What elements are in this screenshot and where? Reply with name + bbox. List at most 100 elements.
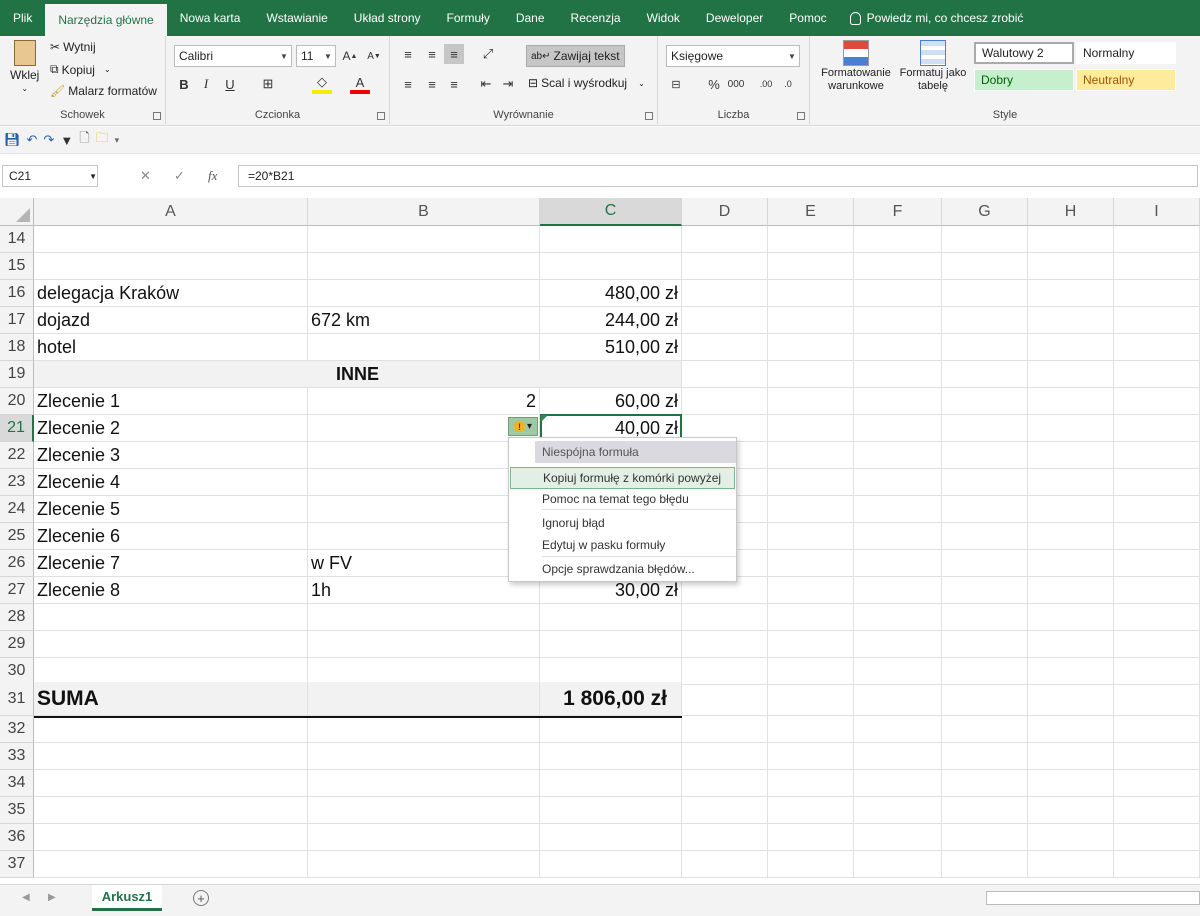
cell-a27[interactable]: Zlecenie 8 (34, 577, 308, 604)
cell-c18[interactable]: 510,00 zł (540, 334, 682, 361)
cell-h34[interactable] (1028, 770, 1114, 797)
select-all-corner[interactable] (0, 198, 34, 226)
cell-f24[interactable] (854, 496, 942, 523)
cell-h36[interactable] (1028, 824, 1114, 851)
cell-e27[interactable] (768, 577, 854, 604)
cell-h21[interactable] (1028, 415, 1114, 442)
underline-icon[interactable]: U (220, 74, 240, 94)
menu-item-error-options[interactable]: Opcje sprawdzania błędów... (509, 558, 736, 580)
cell-g21[interactable] (942, 415, 1028, 442)
cell-d32[interactable] (682, 716, 768, 743)
cell-d30[interactable] (682, 658, 768, 685)
cell-f19[interactable] (854, 361, 942, 388)
cell-d29[interactable] (682, 631, 768, 658)
cell-b28[interactable] (308, 604, 540, 631)
cell-i35[interactable] (1114, 797, 1200, 824)
percent-icon[interactable]: % (704, 74, 724, 94)
cell-g30[interactable] (942, 658, 1028, 685)
cell-g28[interactable] (942, 604, 1028, 631)
launcher-icon[interactable] (153, 112, 161, 120)
cell-e19[interactable] (768, 361, 854, 388)
cell-b27[interactable]: 1h (308, 577, 540, 604)
row-header-14[interactable]: 14 (0, 226, 34, 253)
style-good[interactable]: Dobry (974, 69, 1074, 91)
increase-indent-icon[interactable]: ⇥ (498, 74, 518, 94)
cell-c29[interactable] (540, 631, 682, 658)
cell-b33[interactable] (308, 743, 540, 770)
cell-i24[interactable] (1114, 496, 1200, 523)
cell-e24[interactable] (768, 496, 854, 523)
row-header-19[interactable]: 19 (0, 361, 34, 388)
cell-c14[interactable] (540, 226, 682, 253)
cell-f37[interactable] (854, 851, 942, 878)
cell-d17[interactable] (682, 307, 768, 334)
menu-item-copy-formula[interactable]: Kopiuj formułę z komórki powyżej (510, 467, 735, 489)
cell-i28[interactable] (1114, 604, 1200, 631)
menu-item-ignore[interactable]: Ignoruj błąd (509, 512, 736, 534)
row-header-21[interactable]: 21 (0, 415, 34, 442)
font-color-icon[interactable]: A (350, 74, 370, 94)
cell-h19[interactable] (1028, 361, 1114, 388)
orientation-icon[interactable]: ⤢ (478, 44, 498, 64)
cell-e26[interactable] (768, 550, 854, 577)
row-header-26[interactable]: 26 (0, 550, 34, 577)
cell-e14[interactable] (768, 226, 854, 253)
cell-e17[interactable] (768, 307, 854, 334)
cell-g22[interactable] (942, 442, 1028, 469)
cell-d31[interactable] (682, 682, 768, 716)
cell-c30[interactable] (540, 658, 682, 685)
cell-e18[interactable] (768, 334, 854, 361)
cell-i22[interactable] (1114, 442, 1200, 469)
cell-b22[interactable] (308, 442, 540, 469)
cell-g32[interactable] (942, 716, 1028, 743)
cell-a32[interactable] (34, 716, 308, 743)
cell-i20[interactable] (1114, 388, 1200, 415)
cell-i33[interactable] (1114, 743, 1200, 770)
cell-h31[interactable] (1028, 682, 1114, 716)
cell-b36[interactable] (308, 824, 540, 851)
tab-help[interactable]: Pomoc (776, 0, 839, 36)
cell-e16[interactable] (768, 280, 854, 307)
launcher-icon[interactable] (377, 112, 385, 120)
cell-e30[interactable] (768, 658, 854, 685)
cell-f14[interactable] (854, 226, 942, 253)
open-folder-icon[interactable]: 🗀 (96, 129, 109, 151)
cell-a23[interactable]: Zlecenie 4 (34, 469, 308, 496)
cell-f33[interactable] (854, 743, 942, 770)
undo-icon[interactable]: ↶ (27, 132, 38, 148)
cell-c15[interactable] (540, 253, 682, 280)
error-options-button[interactable]: ! ▾ (508, 417, 538, 436)
wrap-text-button[interactable]: ab↵ Zawijaj tekst (526, 45, 625, 67)
cell-e33[interactable] (768, 743, 854, 770)
decrease-decimal-icon[interactable]: .0 (778, 74, 798, 94)
cell-h32[interactable] (1028, 716, 1114, 743)
cell-h30[interactable] (1028, 658, 1114, 685)
cell-a15[interactable] (34, 253, 308, 280)
cell-e20[interactable] (768, 388, 854, 415)
row-header-33[interactable]: 33 (0, 743, 34, 770)
tab-home[interactable]: Narzędzia główne (45, 4, 167, 36)
row-header-28[interactable]: 28 (0, 604, 34, 631)
cell-g29[interactable] (942, 631, 1028, 658)
cell-g19[interactable] (942, 361, 1028, 388)
cell-d37[interactable] (682, 851, 768, 878)
scroll-left-icon[interactable]: ◀ (22, 892, 30, 903)
cell-h18[interactable] (1028, 334, 1114, 361)
cell-h14[interactable] (1028, 226, 1114, 253)
cell-a16[interactable]: delegacja Kraków (34, 280, 308, 307)
grow-font-icon[interactable]: A ▲ (340, 46, 360, 66)
tell-me-search[interactable]: Powiedz mi, co chcesz zrobić (849, 0, 1023, 36)
cell-f22[interactable] (854, 442, 942, 469)
cell-g27[interactable] (942, 577, 1028, 604)
insert-function-icon[interactable]: fx (208, 165, 217, 187)
cell-h28[interactable] (1028, 604, 1114, 631)
merge-center-button[interactable]: ⊟ Scal i wyśrodkuj ⌄ (528, 76, 645, 90)
increase-decimal-icon[interactable]: .00 (756, 74, 776, 94)
cell-i19[interactable] (1114, 361, 1200, 388)
align-center-icon[interactable]: ≡ (422, 74, 442, 94)
row-header-18[interactable]: 18 (0, 334, 34, 361)
cell-i36[interactable] (1114, 824, 1200, 851)
cell-d15[interactable] (682, 253, 768, 280)
align-top-icon[interactable]: ≡ (398, 44, 418, 64)
cell-d34[interactable] (682, 770, 768, 797)
